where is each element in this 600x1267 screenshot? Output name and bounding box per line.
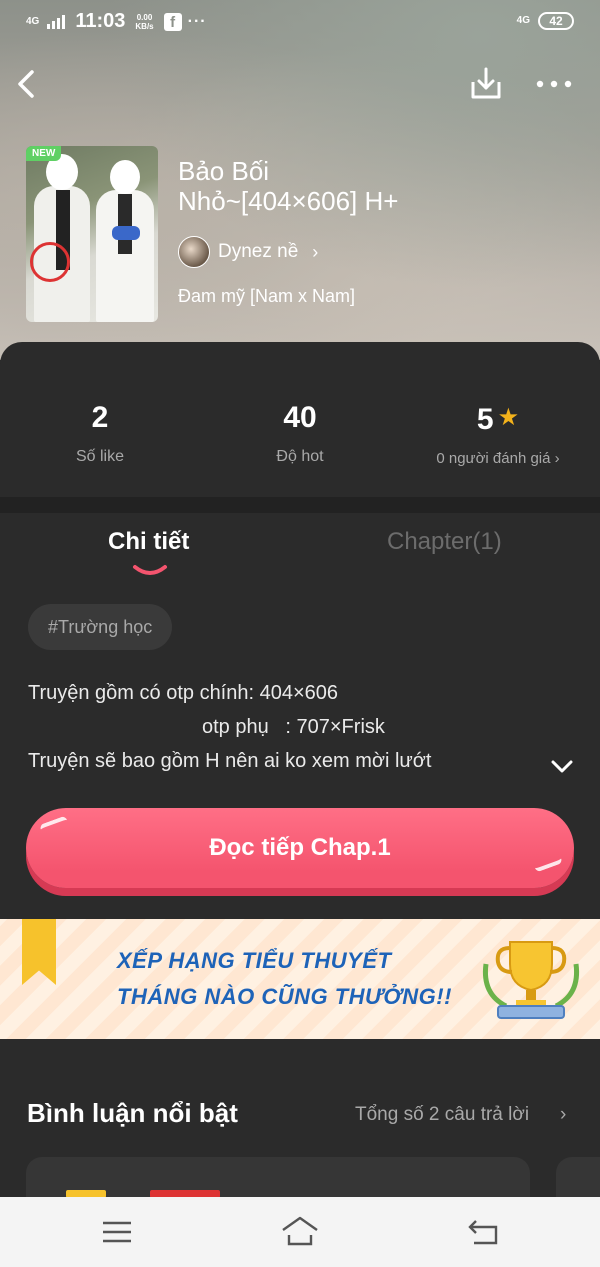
likes-label: Số like — [75, 448, 125, 465]
comments-section-title: Bình luận nổi bật — [27, 1098, 238, 1128]
trophy-icon — [482, 941, 580, 1019]
stat-likes: 2 Số like — [0, 398, 200, 466]
status-right: 4G 42 — [517, 12, 574, 30]
speed-unit: KB/s — [135, 21, 154, 31]
more-icon[interactable] — [534, 74, 574, 94]
description-line: Truyện sẽ bao gồm H nên ai ko xem mời lư… — [28, 750, 432, 772]
network-indicator-right: 4G — [516, 15, 530, 26]
status-bar: 4G 11:03 0.00 KB/s f ··· 4G 42 — [0, 0, 600, 46]
network-indicator: 4G — [26, 15, 40, 27]
description-line: Truyện gồm có otp chính: 404×606 — [28, 682, 339, 704]
home-icon[interactable] — [280, 1215, 320, 1247]
chevron-down-icon[interactable] — [548, 756, 576, 776]
title-line-1: Bảo Bối — [178, 156, 270, 186]
stat-hot: 40 Độ hot — [200, 398, 400, 466]
battery-indicator: 42 — [538, 12, 574, 30]
description-line: otp phụ : 707×Frisk — [202, 716, 385, 738]
signal-icon — [47, 14, 66, 29]
chevron-right-icon: › — [554, 450, 560, 467]
tab-detail[interactable]: Chi tiết — [108, 528, 189, 556]
hot-label: Độ hot — [276, 448, 324, 465]
back-nav-icon[interactable] — [466, 1219, 500, 1245]
download-icon[interactable] — [468, 66, 504, 102]
rating-value: 5 — [476, 403, 494, 436]
chevron-right-icon: › — [312, 241, 319, 262]
new-badge: NEW — [26, 146, 62, 161]
author-name: Dynez nề — [218, 241, 299, 262]
likes-value: 2 — [91, 401, 109, 434]
stats-row: 2 Số like 40 Độ hot 5 ★ 0 người đánh giá … — [0, 398, 600, 478]
status-left: 4G 11:03 0.00 KB/s f ··· — [26, 10, 207, 33]
novel-title: Bảo Bối Nhỏ~[404×606] H+ — [178, 156, 478, 216]
tag-chip[interactable]: #Trường học — [28, 604, 173, 650]
title-line-2: Nhỏ~[404×606] H+ — [178, 186, 399, 216]
author-link[interactable]: Dynez nề › — [178, 236, 318, 268]
chevron-right-icon[interactable]: › — [560, 1104, 566, 1126]
genre-label: Đam mỹ [Nam x Nam] — [178, 286, 356, 306]
comments-count-link[interactable]: Tổng số 2 câu trả lời — [355, 1104, 529, 1126]
star-icon: ★ — [497, 404, 520, 431]
read-continue-button[interactable]: Đọc tiếp Chap.1 — [26, 808, 574, 888]
banner-line-2: THÁNG NÀO CŨNG THƯỞNG!! — [117, 984, 452, 1009]
more-notifications-icon: ··· — [187, 12, 207, 30]
banner-line-1: XẾP HẠNG TIỂU THUYẾT — [117, 948, 392, 973]
tab-chapter[interactable]: Chapter(1) — [387, 528, 502, 556]
facebook-notification-icon: f — [163, 12, 182, 31]
ribbon-icon — [22, 919, 56, 985]
hot-value: 40 — [283, 401, 317, 434]
active-tab-indicator — [133, 565, 167, 575]
back-icon[interactable] — [12, 66, 42, 102]
stat-rating[interactable]: 5 ★ 0 người đánh giá › — [398, 398, 598, 467]
speed-value: 0.00 — [136, 12, 153, 22]
section-divider — [0, 497, 600, 513]
author-avatar — [178, 236, 210, 268]
clock: 11:03 — [75, 10, 126, 32]
menu-icon[interactable] — [100, 1220, 134, 1244]
rating-label: 0 người đánh giá — [436, 450, 551, 467]
network-speed: 0.00 KB/s — [135, 13, 153, 31]
cover-image[interactable]: NEW — [26, 146, 158, 322]
